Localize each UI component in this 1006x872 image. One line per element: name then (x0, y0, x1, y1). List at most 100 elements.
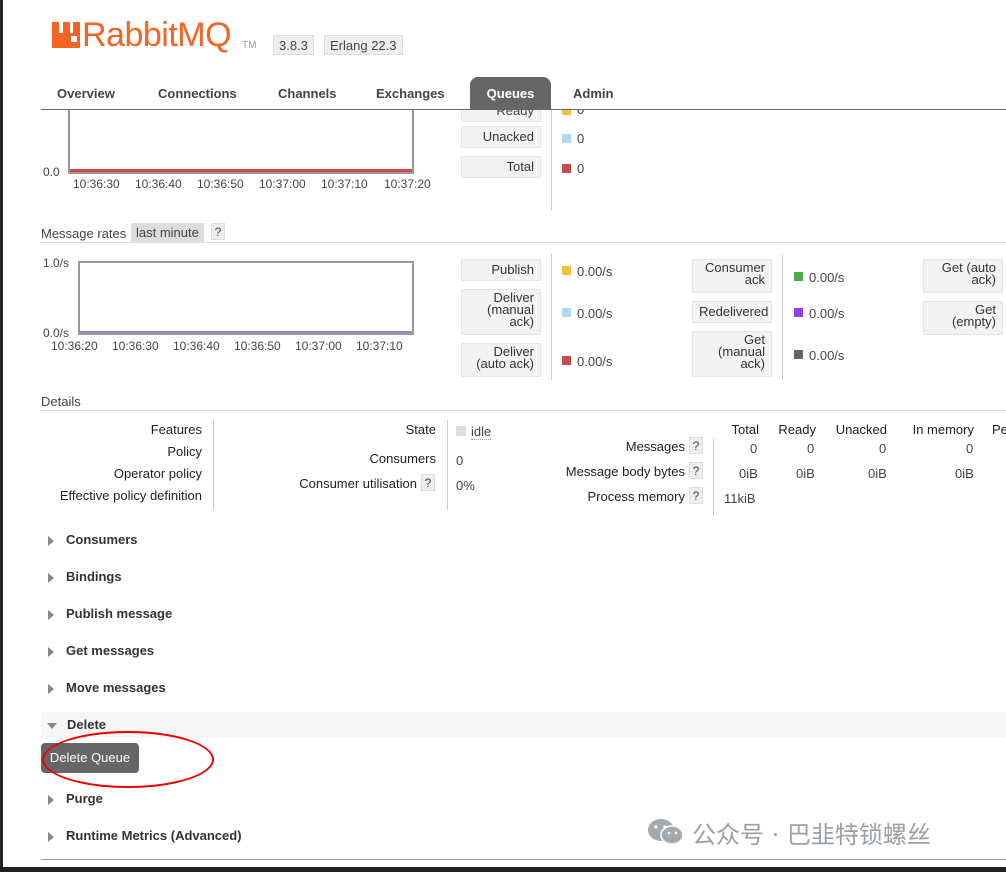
body-bytes-ready: 0iB (796, 466, 815, 481)
tab-overview[interactable]: Overview (57, 86, 115, 101)
expand-arrow-icon (48, 609, 54, 620)
consumers-label: Consumers (369, 451, 436, 466)
legend-redelivered[interactable]: Redelivered (692, 301, 772, 323)
rate-series-line (80, 331, 412, 333)
tab-exchanges[interactable]: Exchanges (376, 86, 445, 101)
watermark-text: 公众号 · 巴韭特锁螺丝 (692, 821, 931, 849)
rabbitmq-logo-icon (52, 22, 80, 48)
legend-ready[interactable]: Ready (461, 110, 541, 122)
legend-deliver-auto-ack[interactable]: Deliver (auto ack) (461, 343, 541, 377)
section-move-messages[interactable]: Move messages (48, 680, 166, 695)
total-series-line (70, 169, 412, 172)
help-icon[interactable]: ? (211, 223, 225, 240)
x-tick: 10:36:20 (51, 339, 98, 353)
messages-unacked: 0 (879, 441, 887, 456)
get-manual-swatch (794, 350, 803, 359)
section-label: Delete (67, 717, 107, 732)
body-bytes-label: Message body bytes (565, 464, 685, 479)
consumer-utilisation-value: 0% (456, 478, 475, 493)
expand-arrow-icon (48, 646, 54, 657)
operator-policy-label: Operator policy (113, 466, 202, 481)
section-bindings[interactable]: Bindings (48, 569, 122, 584)
effective-policy-label: Effective policy definition (59, 488, 202, 503)
section-purge[interactable]: Purge (48, 791, 103, 806)
legend-total[interactable]: Total (461, 156, 541, 178)
message-rates-chart (78, 261, 414, 335)
help-icon[interactable]: ? (689, 462, 703, 479)
y-axis-top: 1.0/s (43, 256, 70, 270)
collapse-arrow-icon (47, 722, 57, 729)
legend-unacked[interactable]: Unacked (461, 126, 541, 148)
messages-total: 0 (750, 441, 758, 456)
col-persistent: Pe (992, 422, 1006, 437)
tab-admin[interactable]: Admin (573, 86, 613, 101)
queued-messages-panel: 0.0 10:36:30 10:36:40 10:36:50 10:37:00 … (41, 110, 1006, 210)
state-value: idle (471, 424, 492, 440)
messages-in-memory: 0 (966, 441, 974, 456)
y-axis-label: 0.0 (43, 165, 60, 179)
x-tick: 10:37:10 (356, 339, 403, 353)
divider (41, 410, 1006, 411)
queued-messages-chart (68, 110, 414, 174)
x-tick: 10:36:50 (234, 339, 281, 353)
help-icon[interactable]: ? (689, 487, 703, 504)
expand-arrow-icon (48, 831, 54, 842)
help-icon[interactable]: ? (689, 437, 703, 454)
process-memory-value: 11kiB (724, 491, 756, 506)
legend-publish[interactable]: Publish (461, 259, 541, 281)
legend-separator (551, 110, 552, 210)
x-tick: 10:37:20 (384, 177, 431, 191)
y-axis-bottom: 0.0/s (43, 326, 70, 340)
body-bytes-in-memory: 0iB (955, 466, 974, 481)
x-tick: 10:36:30 (73, 177, 120, 191)
x-tick: 10:37:00 (295, 339, 342, 353)
legend-get-empty[interactable]: Get (empty) (923, 301, 1003, 335)
tab-connections[interactable]: Connections (158, 86, 237, 101)
section-label: Move messages (66, 680, 166, 695)
details-separator (213, 420, 214, 510)
col-unacked: Unacked (835, 422, 887, 437)
process-memory-label: Process memory (587, 489, 685, 504)
details-separator (713, 438, 714, 516)
section-label: Consumers (66, 532, 138, 547)
col-in-memory: In memory (912, 422, 974, 437)
divider (41, 859, 1006, 860)
consumer-ack-rate: 0.00/s (809, 270, 845, 285)
consumers-value: 0 (456, 453, 464, 468)
features-label: Features (150, 422, 202, 437)
rates-range-selector[interactable]: last minute (131, 223, 204, 242)
logo-trademark: TM (242, 40, 257, 51)
deliver-auto-swatch (562, 356, 571, 365)
legend-get-auto-ack[interactable]: Get (auto ack) (923, 259, 1003, 293)
legend-deliver-manual-ack[interactable]: Deliver (manual ack) (461, 289, 541, 335)
col-ready: Ready (778, 422, 816, 437)
tab-queues[interactable]: Queues (470, 77, 551, 110)
section-consumers[interactable]: Consumers (48, 532, 138, 547)
section-runtime-metrics[interactable]: Runtime Metrics (Advanced) (48, 828, 242, 843)
section-label: Publish message (66, 606, 173, 621)
x-tick: 10:37:10 (321, 177, 368, 191)
deliver-auto-rate: 0.00/s (577, 354, 613, 369)
tab-channels[interactable]: Channels (278, 86, 337, 101)
ready-swatch (562, 110, 571, 115)
section-get-messages[interactable]: Get messages (48, 643, 154, 658)
body-bytes-total: 0iB (739, 466, 758, 481)
window-left-border (0, 0, 3, 872)
consumer-utilisation-label: Consumer utilisation (299, 476, 417, 491)
section-label: Bindings (66, 569, 122, 584)
section-publish-message[interactable]: Publish message (48, 606, 172, 621)
help-icon[interactable]: ? (421, 474, 435, 491)
section-delete[interactable]: Delete (47, 717, 106, 732)
x-tick: 10:36:30 (112, 339, 159, 353)
window-bottom-border (0, 867, 1006, 872)
legend-get-manual-ack[interactable]: Get (manual ack) (692, 331, 772, 377)
idle-status-icon (456, 426, 466, 436)
details-title: Details (41, 394, 81, 409)
policy-label: Policy (167, 444, 202, 459)
legend-consumer-ack[interactable]: Consumer ack (692, 259, 772, 293)
deliver-manual-rate: 0.00/s (577, 306, 613, 321)
rates-separator (782, 254, 783, 380)
state-label: State (405, 422, 436, 437)
consumer-ack-swatch (794, 272, 803, 281)
message-rates-title: Message rates (41, 226, 127, 241)
